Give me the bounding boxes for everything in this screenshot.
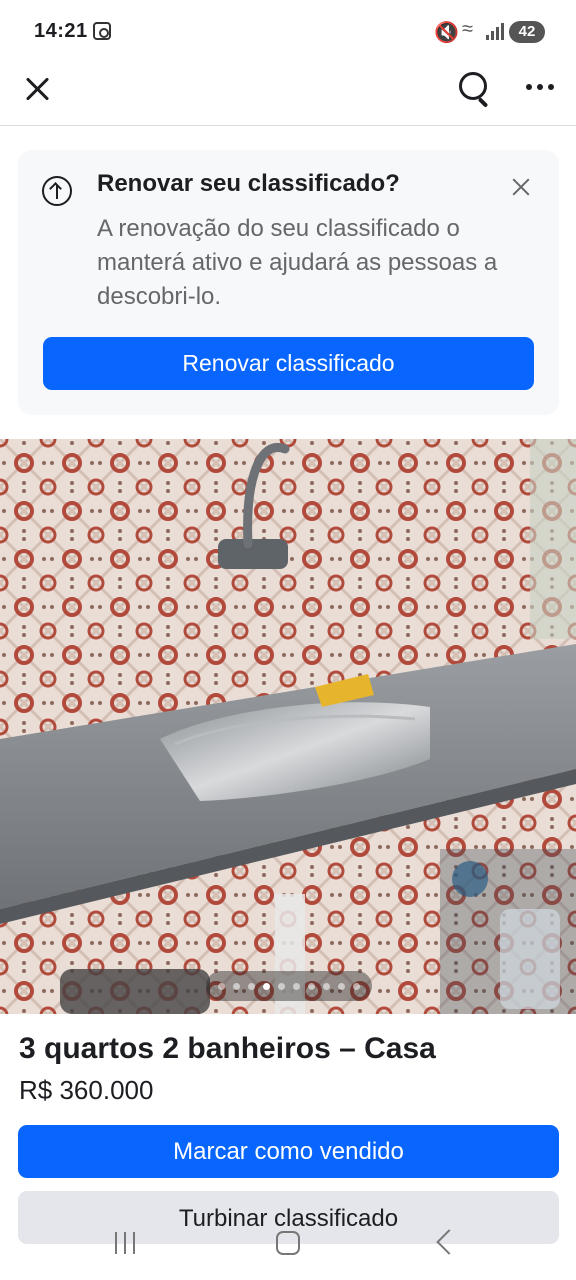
renew-description: A renovação do seu classificado o manter… [97,215,498,310]
wifi-icon: ≈ [462,18,473,40]
search-icon[interactable] [457,70,493,108]
close-icon[interactable] [20,72,54,106]
listing-price: R$ 360.000 [19,1075,154,1105]
mute-icon: 🔇 [434,22,459,44]
renew-title: Renovar seu classificado? [97,170,400,197]
dismiss-icon[interactable] [508,174,534,200]
mark-as-sold-button[interactable]: Marcar como vendido [18,1125,559,1178]
battery-icon: 42 [509,21,545,43]
screen-record-icon [93,22,111,40]
more-icon[interactable] [524,84,556,92]
screen: 14:21 🔇 ≈ 42 Renovar seu classificado? A… [0,0,576,1280]
signal-icon [486,22,504,40]
system-nav-bar [0,1226,576,1280]
recents-icon[interactable] [115,1232,137,1254]
arrow-up-circle-icon [42,176,72,206]
renew-listing-card: Renovar seu classificado? A renovação do… [18,150,559,415]
listing-title: 3 quartos 2 banheiros – Casa [19,1032,436,1065]
listing-photo[interactable] [0,439,576,1014]
top-bar [0,64,576,126]
status-bar: 14:21 🔇 ≈ 42 [0,0,576,64]
status-time: 14:21 [34,20,88,42]
carousel-indicator [206,971,372,1001]
renew-listing-button[interactable]: Renovar classificado [43,337,534,390]
home-icon[interactable] [276,1231,300,1255]
back-icon[interactable] [436,1229,462,1255]
